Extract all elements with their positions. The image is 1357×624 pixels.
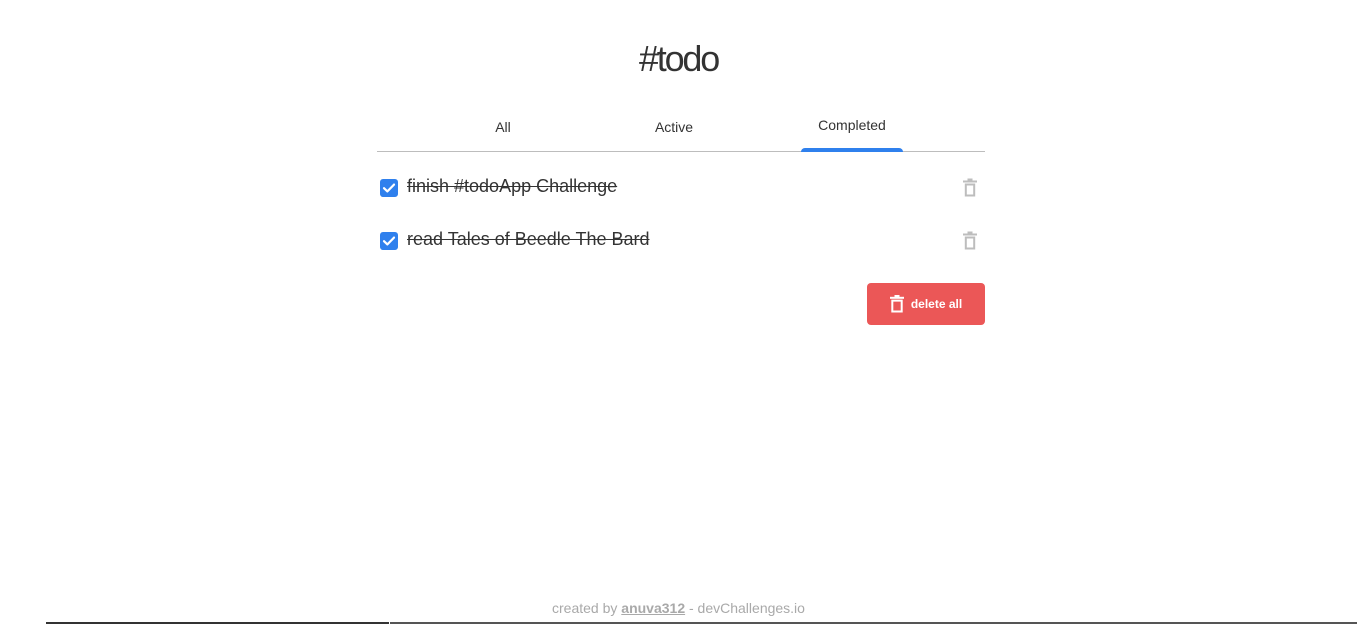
todo-checkbox[interactable] — [380, 232, 398, 250]
tab-completed-label: Completed — [818, 117, 886, 133]
todo-list: finish #todoApp Challenge read Tales of … — [377, 170, 985, 276]
trash-icon — [889, 295, 904, 313]
tab-bar: All Active Completed — [377, 107, 985, 152]
todo-app: #todo All Active Completed finish #todoA… — [0, 0, 1357, 624]
page-title: #todo — [638, 38, 720, 79]
tab-all-label: All — [495, 119, 511, 135]
tab-all[interactable]: All — [453, 107, 553, 151]
active-tab-indicator — [801, 148, 903, 152]
trash-icon — [963, 231, 977, 250]
todo-text: read Tales of Beedle The Bard — [407, 229, 650, 249]
tab-completed[interactable]: Completed — [801, 107, 903, 152]
todo-text: finish #todoApp Challenge — [407, 176, 618, 196]
trash-icon — [963, 178, 977, 197]
todo-checkbox[interactable] — [380, 179, 398, 197]
footer-prefix: created by — [552, 600, 622, 616]
checkmark-icon — [382, 183, 396, 193]
todo-item: read Tales of Beedle The Bard — [377, 223, 985, 276]
delete-all-button[interactable]: delete all — [867, 283, 985, 325]
author-link[interactable]: anuva312 — [621, 600, 685, 616]
delete-todo-button[interactable] — [962, 178, 978, 198]
todo-item: finish #todoApp Challenge — [377, 170, 985, 223]
delete-all-label: delete all — [910, 297, 963, 311]
tab-active[interactable]: Active — [624, 107, 724, 151]
footer-suffix: - devChallenges.io — [685, 600, 805, 616]
footer: created by anuva312 - devChallenges.io — [0, 600, 1357, 616]
checkmark-icon — [382, 236, 396, 246]
tab-active-label: Active — [654, 119, 694, 135]
delete-todo-button[interactable] — [962, 231, 978, 251]
